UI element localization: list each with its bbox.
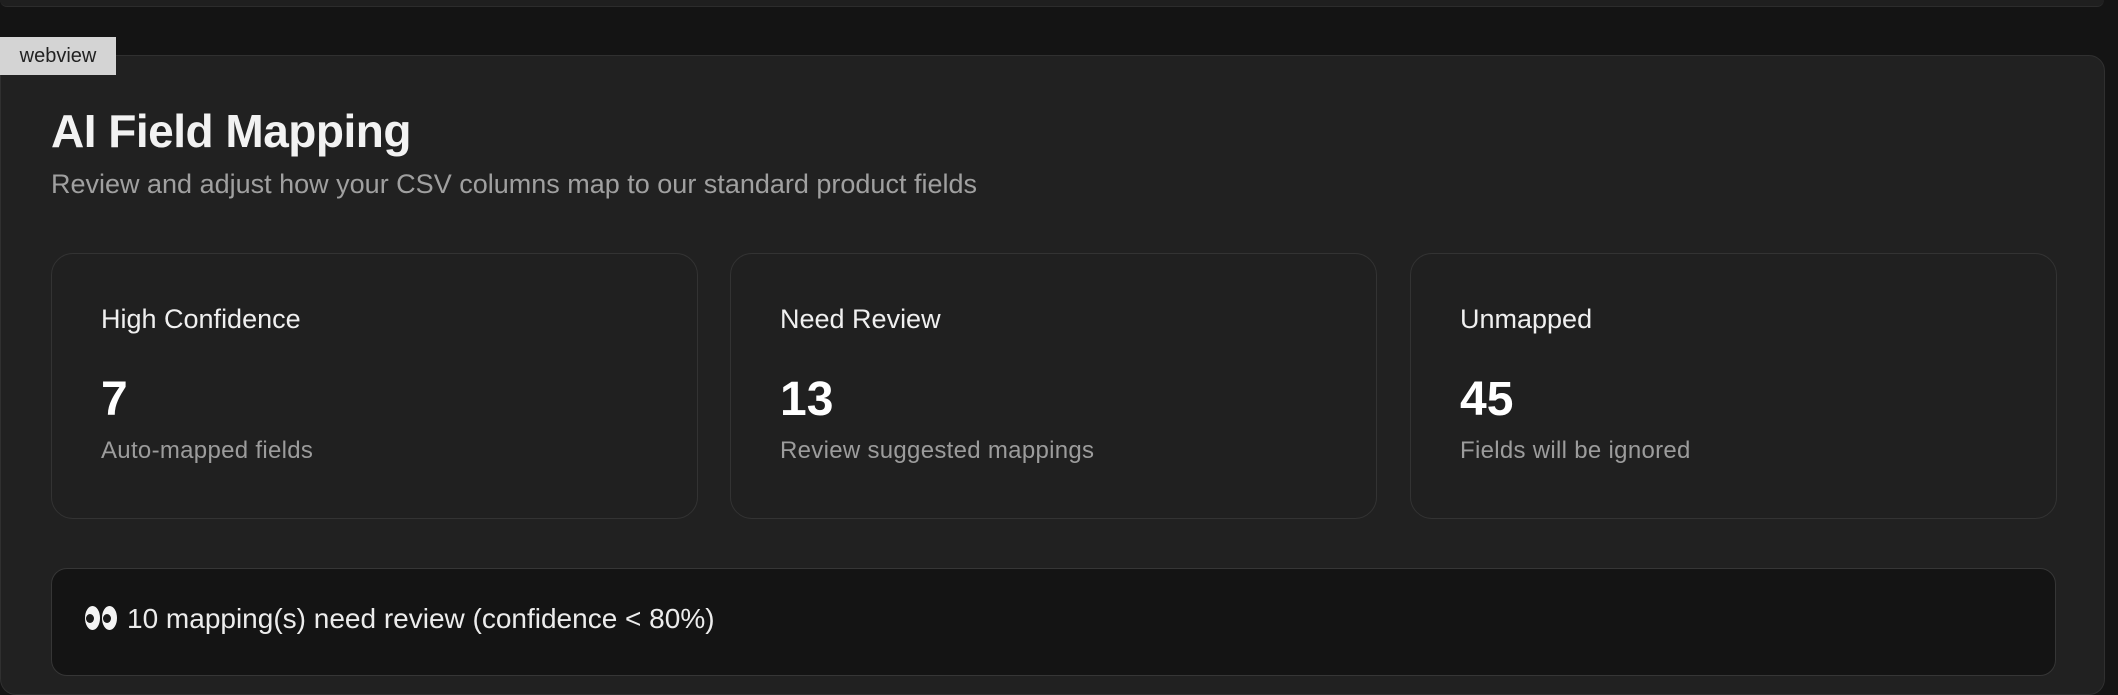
stat-description: Review suggested mappings (780, 437, 1095, 464)
stat-card-need-review: Need Review 13 Review suggested mappings (730, 253, 1377, 519)
stat-label: Unmapped (1460, 304, 1593, 334)
stat-card-high-confidence: High Confidence 7 Auto-mapped fields (51, 253, 698, 519)
stat-card-unmapped: Unmapped 45 Fields will be ignored (1410, 253, 2057, 519)
top-window-strip (0, 0, 2104, 7)
stat-value: 13 (780, 373, 834, 426)
stat-description: Auto-mapped fields (101, 437, 314, 464)
stat-label: Need Review (780, 304, 941, 334)
page-title: AI Field Mapping (51, 105, 411, 157)
review-notice-banner: 10 mapping(s) need review (confidence < … (51, 568, 2056, 676)
field-mapping-panel: AI Field Mapping Review and adjust how y… (0, 55, 2105, 695)
stat-label: High Confidence (101, 304, 301, 334)
stat-value: 45 (1460, 373, 1514, 426)
review-notice: 10 mapping(s) need review (confidence < … (85, 603, 715, 637)
webview-tag: webview (0, 37, 116, 75)
stat-value: 7 (101, 373, 128, 426)
review-notice-text: 10 mapping(s) need review (confidence < … (127, 603, 715, 634)
stat-description: Fields will be ignored (1460, 437, 1691, 464)
eyes-icon (85, 605, 119, 637)
page-subtitle: Review and adjust how your CSV columns m… (51, 169, 977, 199)
